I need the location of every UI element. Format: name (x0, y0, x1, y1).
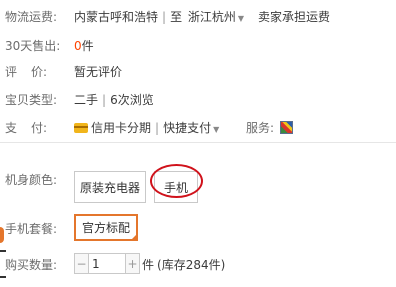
sales-label: 30天售出: (5, 39, 61, 53)
quantity-unit: 件 (142, 258, 155, 272)
quick-pay-dropdown[interactable]: 快捷支付 ▼ (163, 121, 219, 135)
quantity-label: 购买数量: (5, 258, 58, 272)
condition-text: 二手 (74, 93, 99, 107)
sku-option-official-package[interactable]: 官方标配 (74, 214, 138, 241)
payment-methods: 信用卡分期 | 快捷支付 ▼ (74, 119, 219, 136)
quick-pay-text: 快捷支付 (163, 121, 212, 135)
installment-text: 信用卡分期 (91, 121, 152, 135)
stock-info: 件 (库存284件) (142, 256, 225, 273)
payment-label: 支付: (5, 119, 47, 136)
item-type-value: 二手 | 6次浏览 (74, 93, 154, 107)
service-label: 服务: (246, 121, 275, 135)
shipping-from: 内蒙古呼和浩特 (74, 10, 159, 24)
shipping-fee: 卖家承担运费 (258, 10, 331, 24)
sales-value: 0件 (74, 37, 94, 54)
rating-label-b: 价: (30, 65, 47, 79)
sku-option-charger[interactable]: 原装充电器 (74, 171, 146, 203)
sales-unit: 件 (81, 39, 94, 53)
body-color-label: 机身颜色: (5, 173, 58, 187)
decrease-button[interactable]: − (75, 254, 88, 273)
sales-count: 0 (74, 39, 82, 53)
payment-label-a: 支 (5, 121, 18, 135)
credit-card-icon (74, 123, 88, 133)
service-badge-icon[interactable] (280, 121, 294, 134)
rating-label: 评价: (5, 63, 47, 80)
package-label: 手机套餐: (5, 222, 58, 236)
section-divider (0, 142, 396, 143)
increase-button[interactable]: + (126, 254, 139, 273)
shipping-label: 物流运费: (5, 10, 58, 24)
sku-option-label: 原装充电器 (79, 180, 140, 195)
installment-link[interactable]: 信用卡分期 (74, 121, 151, 135)
chevron-down-icon: ▼ (237, 14, 245, 23)
chevron-down-icon: ▼ (213, 125, 220, 134)
rating-label-a: 评 (5, 65, 18, 79)
highlight-circle (150, 164, 203, 198)
edge-tick (0, 276, 6, 278)
shipping-to-word: 至 (170, 10, 183, 24)
quantity-stepper: − 1 + (74, 253, 140, 274)
edge-marker (0, 227, 4, 243)
stock-count: (库存284件) (157, 258, 226, 272)
service-info: 服务: (246, 119, 294, 136)
item-type-label: 宝贝类型: (5, 93, 58, 107)
views-count: 6次浏览 (110, 93, 154, 107)
rating-value: 暂无评价 (74, 65, 123, 79)
edge-tick (0, 250, 6, 252)
sku-option-label: 官方标配 (81, 221, 130, 235)
quantity-input[interactable]: 1 (88, 254, 126, 273)
payment-label-b: 付: (30, 121, 47, 135)
shipping-route: 内蒙古呼和浩特 | 至 浙江杭州 ▼ (74, 10, 245, 24)
destination-value: 浙江杭州 (187, 10, 236, 24)
destination-dropdown[interactable]: 浙江杭州 ▼ (188, 10, 244, 24)
selected-corner-icon (130, 233, 138, 241)
